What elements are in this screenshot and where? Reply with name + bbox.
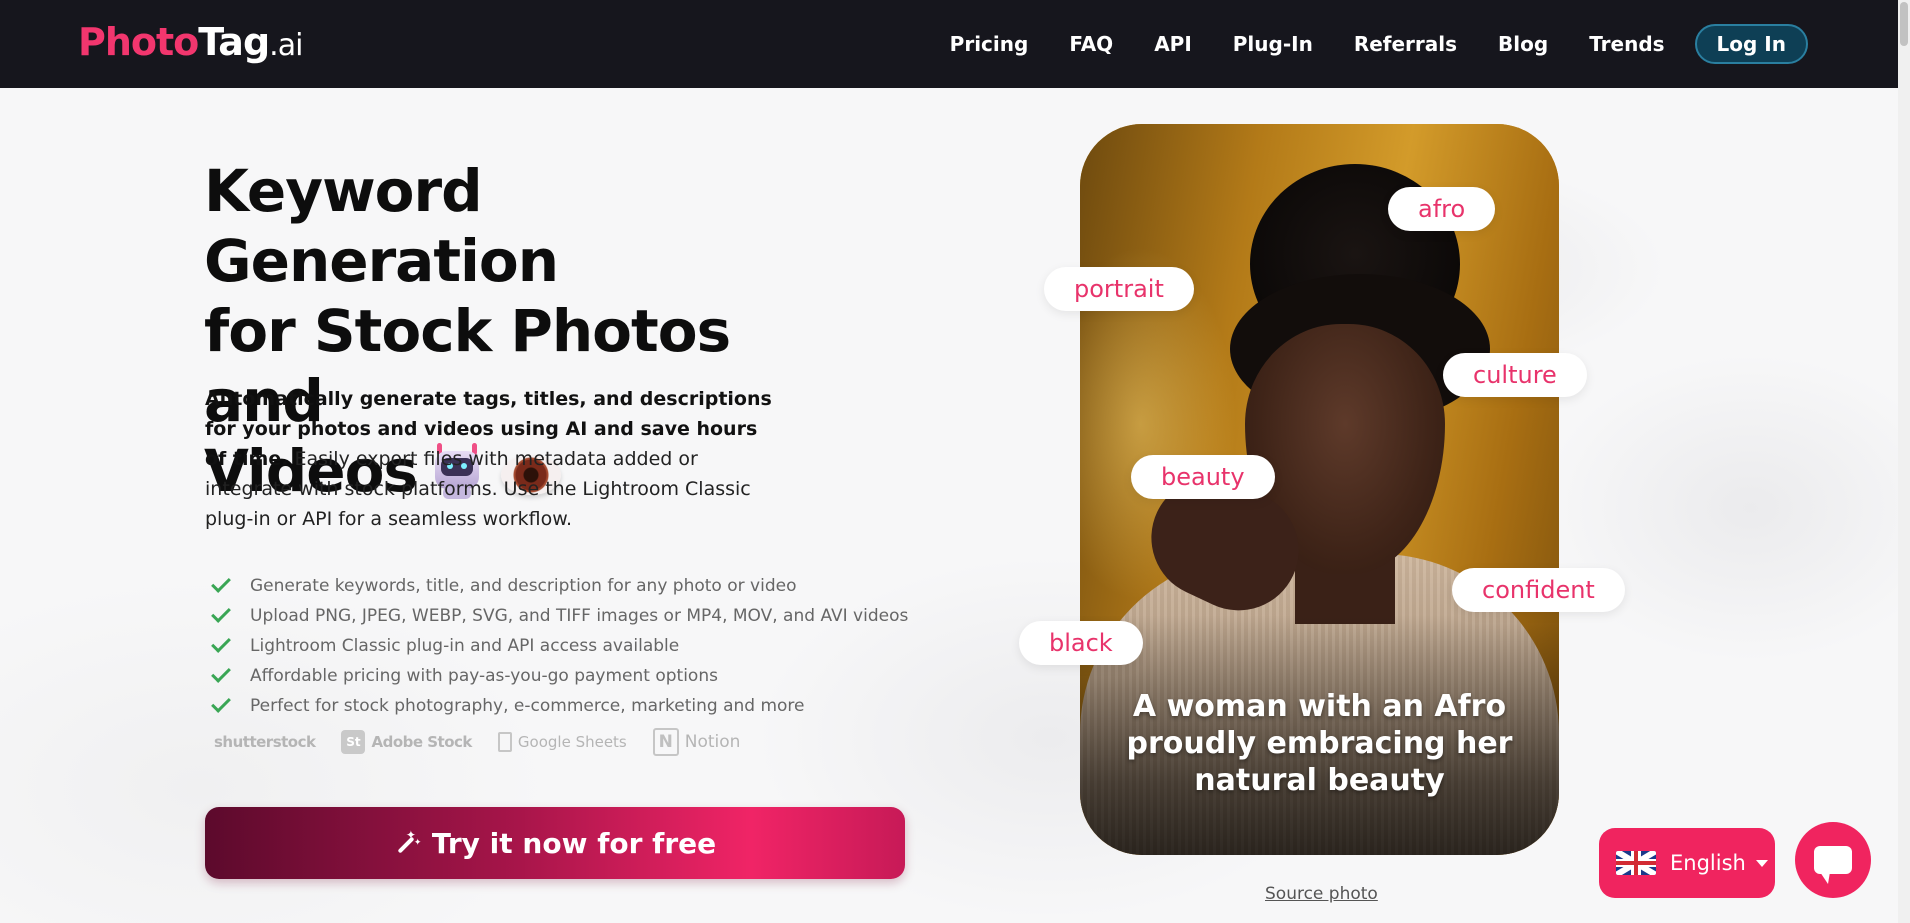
check-icon <box>211 693 231 713</box>
login-button[interactable]: Log In <box>1694 24 1808 64</box>
logo-part-tag: Tag <box>198 20 270 64</box>
feature-list: Generate keywords, title, and descriptio… <box>208 571 908 721</box>
adobe-stock-logo: St Adobe Stock <box>341 730 472 754</box>
try-free-button[interactable]: ✦ ✦ Try it now for free <box>205 807 905 879</box>
adobe-stock-icon: St <box>341 730 366 754</box>
partner-logos: shutterstock St Adobe Stock Google Sheet… <box>214 728 766 756</box>
nav-referrals[interactable]: Referrals <box>1354 24 1457 64</box>
shutterstock-logo: shutterstock <box>214 733 316 751</box>
language-selector[interactable]: English <box>1599 828 1775 898</box>
check-icon <box>211 573 231 593</box>
list-item: Perfect for stock photography, e-commerc… <box>208 691 908 721</box>
check-icon <box>211 603 231 623</box>
tag-confident: confident <box>1452 568 1625 612</box>
logo-part-photo: Photo <box>78 20 199 64</box>
list-item: Lightroom Classic plug-in and API access… <box>208 631 908 661</box>
tag-afro: afro <box>1388 187 1496 231</box>
try-free-label: Try it now for free <box>431 826 717 860</box>
hero-description: Automatically generate tags, titles, and… <box>205 384 785 534</box>
source-photo-link[interactable]: Source photo <box>1265 884 1378 904</box>
adobe-stock-wordmark: Adobe Stock <box>371 733 472 751</box>
check-icon <box>211 633 231 653</box>
shutterstock-wordmark: shutterstock <box>214 733 316 751</box>
feature-text: Perfect for stock photography, e-commerc… <box>250 696 805 716</box>
photo-caption: A woman with an Afro proudly embracing h… <box>1126 689 1513 798</box>
list-item: Generate keywords, title, and descriptio… <box>208 571 908 601</box>
scrollbar-thumb[interactable] <box>1900 2 1908 46</box>
nav-pricing[interactable]: Pricing <box>950 24 1029 64</box>
uk-flag-icon <box>1616 851 1656 875</box>
nav-api[interactable]: API <box>1154 24 1192 64</box>
nav-trends[interactable]: Trends <box>1589 24 1664 64</box>
feature-text: Generate keywords, title, and descriptio… <box>250 576 797 596</box>
check-icon <box>211 663 231 683</box>
page-scrollbar[interactable] <box>1898 0 1910 923</box>
chat-icon <box>1814 846 1852 884</box>
feature-text: Lightroom Classic plug-in and API access… <box>250 636 680 656</box>
nav-faq[interactable]: FAQ <box>1069 24 1113 64</box>
tag-culture: culture <box>1443 353 1587 397</box>
nav-blog[interactable]: Blog <box>1498 24 1548 64</box>
nav-plug-in[interactable]: Plug-In <box>1233 24 1313 64</box>
logo-part-ai: .ai <box>269 28 303 63</box>
chevron-down-icon <box>1755 859 1768 867</box>
list-item: Upload PNG, JPEG, WEBP, SVG, and TIFF im… <box>208 601 908 631</box>
phototag-logo[interactable]: PhotoTag.ai <box>78 18 303 70</box>
magic-wand-icon: ✦ ✦ <box>394 829 421 855</box>
tag-beauty: beauty <box>1131 455 1275 499</box>
google-sheets-logo: Google Sheets <box>497 732 627 752</box>
main-nav: Pricing FAQ API Plug-In Referrals Blog T… <box>950 24 1808 64</box>
top-navigation-bar: PhotoTag.ai Pricing FAQ API Plug-In Refe… <box>0 0 1898 88</box>
notion-wordmark: Notion <box>684 732 741 752</box>
list-item: Affordable pricing with pay-as-you-go pa… <box>208 661 908 691</box>
hero-title-line-1: Keyword Generation <box>204 157 559 295</box>
language-label: English <box>1670 851 1746 875</box>
google-sheets-icon <box>497 732 512 752</box>
feature-text: Affordable pricing with pay-as-you-go pa… <box>250 666 718 686</box>
chat-button[interactable] <box>1795 822 1871 898</box>
tag-portrait: portrait <box>1044 267 1194 311</box>
google-sheets-wordmark: Google Sheets <box>517 733 627 751</box>
feature-text: Upload PNG, JPEG, WEBP, SVG, and TIFF im… <box>250 606 909 626</box>
notion-logo: N Notion <box>652 728 741 756</box>
notion-icon: N <box>652 728 679 756</box>
tag-black: black <box>1019 621 1143 665</box>
